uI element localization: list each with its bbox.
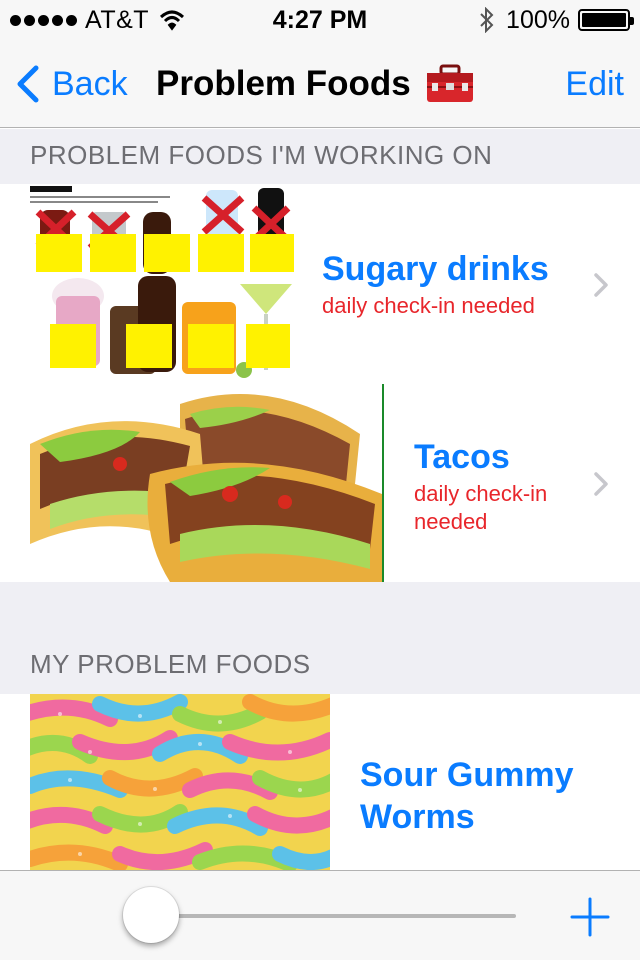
gummy-worms-photo-image: [30, 694, 330, 870]
carrier-name: AT&T: [85, 5, 150, 34]
chevron-right-icon: [594, 472, 608, 496]
section-header-working-on: PROBLEM FOODS I'M WORKING ON: [0, 129, 640, 184]
wifi-icon: [160, 10, 185, 31]
item-title: Sugary drinks: [322, 250, 549, 288]
gummy-worms-thumbnail: [30, 694, 330, 870]
slider-track[interactable]: [150, 914, 516, 918]
back-label: Back: [52, 64, 128, 103]
tacos-thumbnail: [30, 384, 384, 582]
sugary-drinks-thumbnail: [30, 184, 294, 384]
battery-icon: [578, 9, 634, 31]
item-status: daily check-in needed: [414, 481, 548, 534]
page-title: Problem Foods: [156, 62, 475, 106]
item-status: daily check-in needed: [322, 293, 535, 318]
item-title: Tacos: [414, 438, 510, 476]
slider-thumb[interactable]: [123, 887, 179, 943]
bottom-toolbar: [0, 870, 640, 960]
signal-strength-icon: [10, 14, 77, 26]
edit-button[interactable]: Edit: [565, 62, 624, 106]
battery-level: [582, 13, 626, 27]
chevron-right-icon: [594, 273, 608, 297]
list-item-tacos[interactable]: Tacos daily check-in needed: [0, 384, 640, 582]
list-item-sugary-drinks[interactable]: Sugary drinks daily check-in needed: [0, 184, 640, 384]
item-title: Sour Gummy Worms: [360, 756, 574, 836]
tacos-photo-image: [30, 384, 382, 582]
page-title-text: Problem Foods: [156, 64, 411, 103]
status-left: AT&T: [10, 6, 185, 34]
status-bar: AT&T 4:27 PM 100%: [0, 0, 640, 40]
navigation-bar: Back Problem Foods Edit: [0, 40, 640, 128]
chevron-left-icon: [17, 65, 39, 103]
plus-icon[interactable]: [568, 895, 612, 939]
list-item-sour-gummy-worms[interactable]: Sour Gummy Worms: [0, 694, 640, 870]
drinks-infographic-image: [30, 184, 294, 384]
section-header-my-problem-foods: MY PROBLEM FOODS: [0, 582, 640, 694]
battery-percent: 100%: [506, 5, 570, 34]
bluetooth-icon: [480, 7, 494, 33]
back-button[interactable]: Back: [14, 62, 128, 106]
status-right: 100%: [478, 5, 634, 34]
toolbox-icon: [426, 64, 473, 102]
